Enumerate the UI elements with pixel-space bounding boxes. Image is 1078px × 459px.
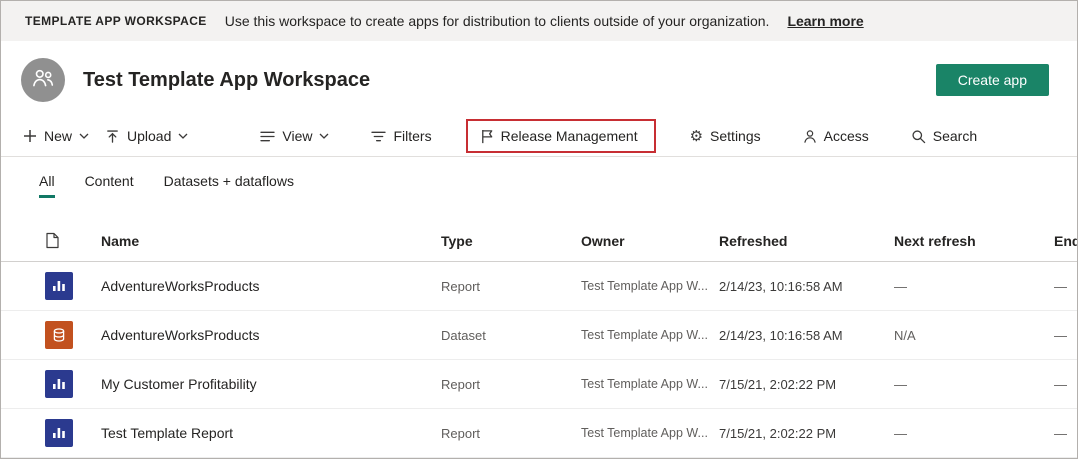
content-tabs: All Content Datasets + dataflows	[1, 157, 1077, 198]
item-refreshed: 2/14/23, 10:16:58 AM	[719, 279, 894, 294]
table-row[interactable]: AdventureWorksProducts Dataset Test Temp…	[1, 311, 1077, 360]
item-endorsement: —	[1054, 328, 1078, 343]
template-workspace-banner: TEMPLATE APP WORKSPACE Use this workspac…	[1, 1, 1077, 41]
filters-button[interactable]: Filters	[363, 123, 439, 149]
banner-label: TEMPLATE APP WORKSPACE	[25, 14, 207, 28]
item-name-link[interactable]: Test Template Report	[101, 425, 441, 441]
access-button[interactable]: Access	[795, 123, 877, 149]
item-refreshed: 7/15/21, 2:02:22 PM	[719, 426, 894, 441]
search-button-label: Search	[933, 128, 977, 144]
item-owner: Test Template App W...	[581, 426, 719, 440]
filters-button-label: Filters	[393, 128, 431, 144]
item-endorsement: —	[1054, 426, 1078, 441]
item-owner: Test Template App W...	[581, 377, 719, 391]
search-icon	[911, 129, 926, 144]
table-row[interactable]: My Customer Profitability Report Test Te…	[1, 360, 1077, 409]
page-title: Test Template App Workspace	[83, 69, 936, 92]
tab-datasets-dataflows[interactable]: Datasets + dataflows	[164, 173, 294, 198]
workspace-page: TEMPLATE APP WORKSPACE Use this workspac…	[0, 0, 1078, 459]
chevron-down-icon	[79, 133, 89, 139]
toolbar: New Upload View	[1, 116, 1077, 157]
workspace-avatar	[21, 58, 65, 102]
table-header-row: Name Type Owner Refreshed Next refresh E…	[1, 220, 1077, 262]
item-owner: Test Template App W...	[581, 279, 719, 293]
people-icon	[30, 65, 56, 96]
view-button-label: View	[282, 128, 312, 144]
column-header-refreshed[interactable]: Refreshed	[719, 233, 894, 249]
workspace-header: Test Template App Workspace Create app	[1, 41, 1077, 116]
item-endorsement: —	[1054, 377, 1078, 392]
item-name-link[interactable]: AdventureWorksProducts	[101, 327, 441, 343]
upload-button[interactable]: Upload	[97, 123, 196, 149]
new-button[interactable]: New	[15, 123, 97, 149]
item-refreshed: 7/15/21, 2:02:22 PM	[719, 377, 894, 392]
access-button-label: Access	[824, 128, 869, 144]
tab-all[interactable]: All	[39, 173, 55, 198]
view-icon	[260, 130, 275, 143]
item-endorsement: —	[1054, 279, 1078, 294]
gear-icon: ⚙	[690, 129, 703, 144]
person-icon	[803, 129, 817, 144]
item-type: Report	[441, 377, 581, 392]
report-icon	[45, 370, 73, 398]
upload-icon	[105, 129, 120, 144]
item-next-refresh: —	[894, 377, 1054, 392]
item-next-refresh: —	[894, 426, 1054, 441]
column-header-name[interactable]: Name	[101, 233, 441, 249]
item-name-link[interactable]: AdventureWorksProducts	[101, 278, 441, 294]
new-button-label: New	[44, 128, 72, 144]
view-button[interactable]: View	[252, 123, 337, 149]
document-type-column-icon	[45, 232, 101, 249]
table-row[interactable]: Test Template Report Report Test Templat…	[1, 409, 1077, 458]
chevron-down-icon	[178, 133, 188, 139]
release-management-label: Release Management	[501, 128, 638, 144]
search-button[interactable]: Search	[903, 123, 985, 149]
chevron-down-icon	[319, 133, 329, 139]
item-name-link[interactable]: My Customer Profitability	[101, 376, 441, 392]
content-table: Name Type Owner Refreshed Next refresh E…	[1, 220, 1077, 458]
flag-icon	[480, 129, 494, 144]
learn-more-link[interactable]: Learn more	[787, 13, 863, 29]
filter-icon	[371, 130, 386, 143]
item-type: Report	[441, 279, 581, 294]
column-header-next-refresh[interactable]: Next refresh	[894, 233, 1054, 249]
tab-content[interactable]: Content	[85, 173, 134, 198]
plus-icon	[23, 129, 37, 143]
settings-button-label: Settings	[710, 128, 761, 144]
report-icon	[45, 419, 73, 447]
column-header-owner[interactable]: Owner	[581, 233, 719, 249]
item-type: Dataset	[441, 328, 581, 343]
item-owner: Test Template App W...	[581, 328, 719, 342]
item-next-refresh: N/A	[894, 328, 1054, 343]
upload-button-label: Upload	[127, 128, 171, 144]
item-type: Report	[441, 426, 581, 441]
settings-button[interactable]: ⚙ Settings	[682, 123, 769, 149]
table-row[interactable]: AdventureWorksProducts Report Test Templ…	[1, 262, 1077, 311]
item-refreshed: 2/14/23, 10:16:58 AM	[719, 328, 894, 343]
create-app-button[interactable]: Create app	[936, 64, 1049, 96]
column-header-endorsement[interactable]: End	[1054, 233, 1078, 249]
item-next-refresh: —	[894, 279, 1054, 294]
banner-message: Use this workspace to create apps for di…	[225, 13, 770, 29]
column-header-type[interactable]: Type	[441, 233, 581, 249]
dataset-icon	[45, 321, 73, 349]
release-management-button[interactable]: Release Management	[472, 123, 646, 149]
report-icon	[45, 272, 73, 300]
release-management-highlight: Release Management	[466, 119, 656, 153]
